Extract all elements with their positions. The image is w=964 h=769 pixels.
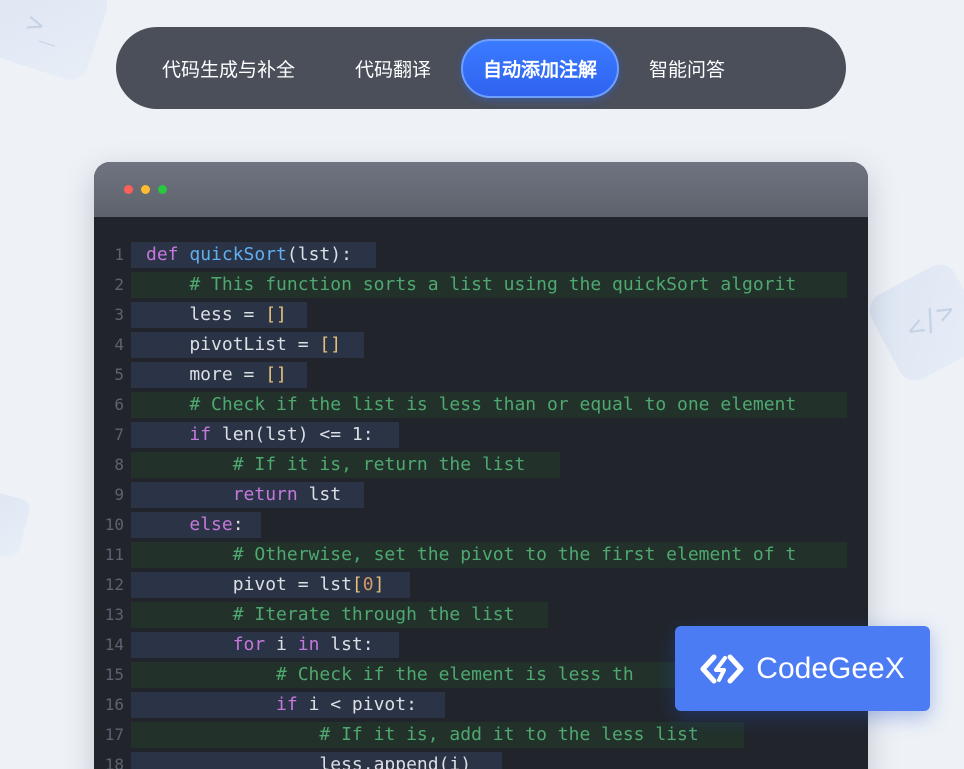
line-number: 7 — [114, 425, 124, 444]
code-text: more = [] — [146, 364, 287, 385]
code-text: for i in lst: — [232, 634, 374, 655]
line-number: 10 — [104, 515, 124, 534]
tab-code-generation[interactable]: 代码生成与补全 — [162, 55, 295, 82]
code-text: less = [] — [146, 304, 287, 325]
codegeex-badge: CodeGeeX — [675, 626, 930, 711]
code-line: 6 # Check if the list is less than or eq… — [94, 390, 868, 420]
zoom-icon[interactable] — [158, 185, 167, 194]
line-number: 17 — [104, 725, 124, 744]
window-titlebar — [94, 162, 868, 217]
line-number: 16 — [104, 695, 124, 714]
minimize-icon[interactable] — [141, 185, 150, 194]
code-text: if i < pivot: — [276, 694, 417, 715]
code-text: return lst — [232, 484, 342, 505]
line-number: 2 — [114, 275, 124, 294]
code-comment: # Check if the element is less th — [146, 664, 634, 685]
code-comment: # This function sorts a list using the q… — [146, 274, 797, 295]
code-comment: # Otherwise, set the pivot to the first … — [146, 544, 797, 565]
code-line: 10 else: — [94, 510, 868, 540]
badge-label: CodeGeeX — [756, 651, 905, 685]
codegeex-logo-icon — [700, 654, 744, 683]
line-number: 13 — [104, 605, 124, 624]
line-number: 9 — [114, 485, 124, 504]
code-line: 9 return lst — [94, 480, 868, 510]
line-number: 3 — [114, 305, 124, 324]
line-number: 18 — [104, 755, 124, 769]
tab-code-translation[interactable]: 代码翻译 — [355, 55, 431, 82]
code-text: if len(lst) <= 1: — [189, 424, 374, 445]
code-text: pivot = lst[0] — [146, 574, 385, 595]
code-comment: # If it is, add it to the less list — [146, 724, 699, 745]
code-comment: # Check if the list is less than or equa… — [146, 394, 797, 415]
code-comment: # If it is, return the list — [146, 454, 526, 475]
code-line: 4 pivotList = [] — [94, 330, 868, 360]
line-number: 11 — [104, 545, 124, 564]
decorative-tile-right: </> — [863, 258, 964, 387]
code-text: else: — [189, 514, 244, 535]
tab-smart-qa[interactable]: 智能问答 — [649, 55, 725, 82]
code-line: 3 less = [] — [94, 300, 868, 330]
line-number: 8 — [114, 455, 124, 474]
line-number: 6 — [114, 395, 124, 414]
decorative-tile-top-left: >_ — [0, 0, 112, 85]
line-number: 4 — [114, 335, 124, 354]
code-comment: # Iterate through the list — [146, 604, 515, 625]
code-text: pivotList = [] — [146, 334, 342, 355]
code-line: 12 pivot = lst[0] — [94, 570, 868, 600]
code-text: less.append(i) — [146, 754, 472, 769]
close-icon[interactable] — [124, 185, 133, 194]
line-number: 5 — [114, 365, 124, 384]
feature-tab-bar: 代码生成与补全 代码翻译 自动添加注解 智能问答 — [116, 27, 846, 109]
code-line: 7 if len(lst) <= 1: — [94, 420, 868, 450]
line-number: 12 — [104, 575, 124, 594]
code-line: 2 # This function sorts a list using the… — [94, 270, 868, 300]
tab-auto-comment[interactable]: 自动添加注解 — [461, 38, 620, 98]
line-number: 15 — [104, 665, 124, 684]
code-line: 18 less.append(i) — [94, 750, 868, 769]
decorative-tile-left — [0, 490, 32, 560]
code-line: 11 # Otherwise, set the pivot to the fir… — [94, 540, 868, 570]
code-text: def quickSort(lst): — [146, 244, 352, 265]
line-number: 1 — [114, 245, 124, 264]
line-number: 14 — [104, 635, 124, 654]
code-line: 17 # If it is, add it to the less list — [94, 720, 868, 750]
code-line: 1 def quickSort(lst): — [94, 240, 868, 270]
code-line: 5 more = [] — [94, 360, 868, 390]
code-line: 8 # If it is, return the list — [94, 450, 868, 480]
